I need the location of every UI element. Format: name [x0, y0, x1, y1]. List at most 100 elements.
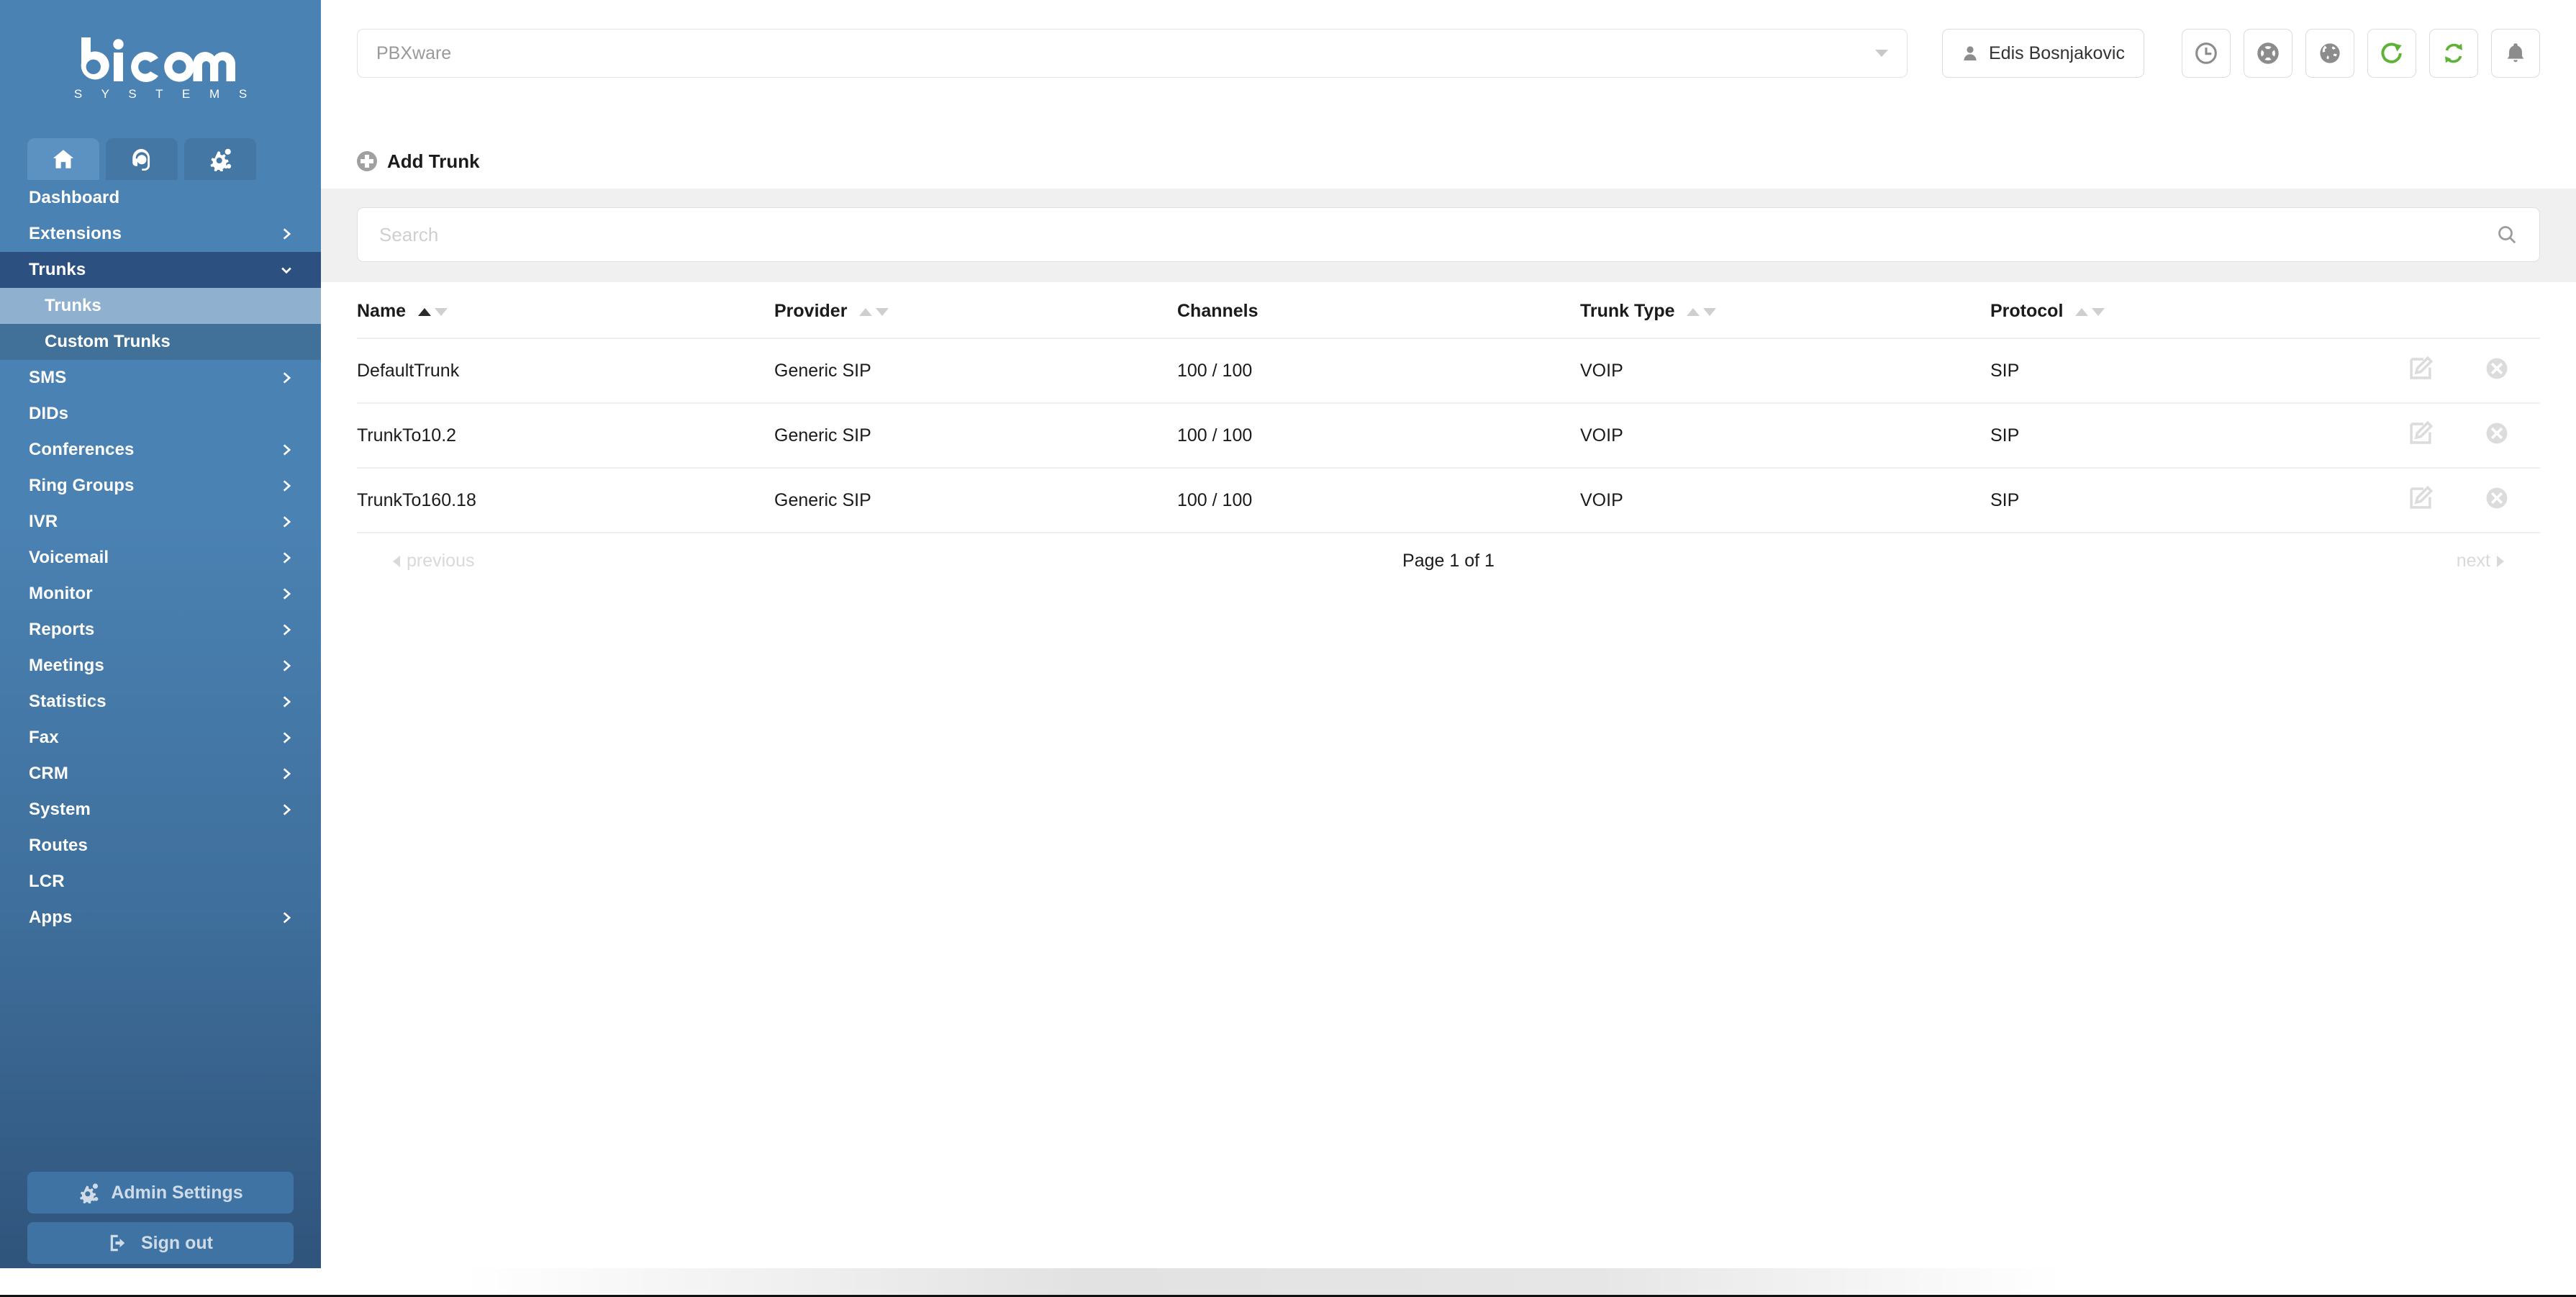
edit-button[interactable]: [2408, 485, 2434, 516]
chevron-right-icon: [279, 551, 294, 565]
table-row[interactable]: DefaultTrunk Generic SIP 100 / 100 VOIP …: [357, 338, 2540, 404]
sort-controls[interactable]: [859, 307, 889, 316]
search-field[interactable]: Search: [357, 207, 2540, 262]
sidebar-tab-support[interactable]: [106, 138, 178, 180]
topbar-icon-buttons: [2181, 29, 2540, 78]
column-header-name[interactable]: Name: [357, 282, 774, 339]
sign-out-button[interactable]: Sign out: [27, 1222, 294, 1264]
sidebar-item-statistics[interactable]: Statistics: [0, 684, 321, 720]
reload-icon: [2381, 42, 2402, 63]
sort-desc-icon[interactable]: [2092, 307, 2105, 316]
headset-icon: [132, 148, 150, 171]
server-select[interactable]: PBXware: [357, 29, 1908, 78]
sidebar-item-fax[interactable]: Fax: [0, 720, 321, 756]
sidebar-item-monitor[interactable]: Monitor: [0, 576, 321, 612]
sidebar-item-apps[interactable]: Apps: [0, 900, 321, 936]
gears-icon: [80, 1183, 99, 1203]
previous-label: previous: [407, 551, 475, 571]
user-menu-button[interactable]: Edis Bosnjakovic: [1942, 29, 2144, 78]
sidebar-subitem-label: Custom Trunks: [45, 332, 171, 351]
sidebar-item-dashboard[interactable]: Dashboard: [0, 180, 321, 216]
sync-icon: [2445, 43, 2462, 63]
sidebar-item-meetings[interactable]: Meetings: [0, 648, 321, 684]
add-trunk-label: Add Trunk: [387, 150, 480, 172]
sidebar-item-label: CRM: [29, 764, 68, 783]
brand-subtitle: S Y S T E M S: [73, 86, 255, 101]
sync-button[interactable]: [2428, 29, 2478, 78]
sidebar-tab-home[interactable]: [27, 138, 99, 180]
sort-asc-icon[interactable]: [2075, 307, 2089, 316]
chevron-right-icon: [279, 515, 294, 529]
sort-controls[interactable]: [1687, 307, 1717, 316]
search-icon[interactable]: [2496, 224, 2518, 245]
sidebar-item-trunks[interactable]: Trunks: [0, 252, 321, 288]
sort-desc-icon[interactable]: [876, 307, 889, 316]
admin-settings-button[interactable]: Admin Settings: [27, 1172, 294, 1214]
app-root: S Y S T E M S Dashboard Extensions Trunk…: [0, 0, 2576, 1297]
sidebar-icon-tabs: [0, 134, 321, 180]
sort-desc-icon[interactable]: [435, 307, 448, 316]
page-indicator: Page 1 of 1: [1402, 551, 1495, 571]
sidebar-item-system[interactable]: System: [0, 792, 321, 828]
sidebar-item-ring-groups[interactable]: Ring Groups: [0, 468, 321, 504]
chevron-down-icon: [1875, 50, 1888, 57]
brand-logo[interactable]: S Y S T E M S: [0, 0, 321, 134]
user-name: Edis Bosnjakovic: [1989, 42, 2125, 63]
add-trunk-button[interactable]: Add Trunk: [357, 150, 480, 173]
sidebar-item-crm[interactable]: CRM: [0, 756, 321, 792]
edit-button[interactable]: [2408, 356, 2434, 387]
delete-button[interactable]: [2484, 420, 2510, 451]
delete-button[interactable]: [2484, 356, 2510, 387]
bell-icon: [2507, 43, 2524, 63]
sidebar-item-label: Voicemail: [29, 548, 109, 567]
column-label: Trunk Type: [1580, 301, 1675, 321]
sidebar-item-ivr[interactable]: IVR: [0, 504, 321, 540]
cell-channels: 100 / 100: [1177, 338, 1580, 404]
action-bar: Add Trunk: [321, 134, 2576, 189]
sidebar-item-routes[interactable]: Routes: [0, 828, 321, 864]
sidebar-item-label: Extensions: [29, 224, 122, 243]
table-row[interactable]: TrunkTo10.2 Generic SIP 100 / 100 VOIP S…: [357, 403, 2540, 469]
sidebar-item-custom-trunks[interactable]: Custom Trunks: [0, 324, 321, 360]
chevron-right-icon: [2497, 555, 2504, 567]
sort-desc-icon[interactable]: [1703, 307, 1717, 316]
sidebar-item-dids[interactable]: DIDs: [0, 396, 321, 432]
sort-controls[interactable]: [418, 307, 448, 316]
column-header-trunk-type[interactable]: Trunk Type: [1580, 282, 1990, 339]
search-band: Search: [321, 189, 2576, 282]
sidebar-item-lcr[interactable]: LCR: [0, 864, 321, 900]
table-row[interactable]: TrunkTo160.18 Generic SIP 100 / 100 VOIP…: [357, 468, 2540, 533]
sort-asc-icon[interactable]: [1687, 307, 1700, 316]
edit-button[interactable]: [2408, 420, 2434, 451]
sidebar-item-trunks-sub[interactable]: Trunks: [0, 288, 321, 324]
delete-icon: [2486, 487, 2508, 509]
column-header-protocol[interactable]: Protocol: [1990, 282, 2393, 339]
reload-button[interactable]: [2367, 29, 2416, 78]
support-button[interactable]: [2243, 29, 2292, 78]
sort-asc-icon[interactable]: [859, 307, 873, 316]
sidebar-item-label: IVR: [29, 512, 58, 531]
sidebar-item-extensions[interactable]: Extensions: [0, 216, 321, 252]
clock-button[interactable]: [2181, 29, 2231, 78]
sidebar-item-label: Monitor: [29, 584, 93, 603]
notifications-button[interactable]: [2490, 29, 2540, 78]
delete-icon: [2486, 422, 2508, 444]
previous-page-button[interactable]: previous: [393, 551, 475, 571]
delete-button[interactable]: [2484, 485, 2510, 516]
sign-out-label: Sign out: [141, 1232, 213, 1253]
column-label: Name: [357, 301, 407, 321]
sort-asc-icon[interactable]: [418, 307, 432, 316]
sidebar-tab-settings[interactable]: [184, 138, 256, 180]
horizontal-scrollbar[interactable]: [0, 1268, 2576, 1297]
next-page-button[interactable]: next: [2457, 551, 2504, 571]
column-header-provider[interactable]: Provider: [774, 282, 1177, 339]
globe-button[interactable]: [2305, 29, 2354, 78]
sidebar-item-sms[interactable]: SMS: [0, 360, 321, 396]
sidebar-item-voicemail[interactable]: Voicemail: [0, 540, 321, 576]
cell-protocol: SIP: [1990, 403, 2393, 469]
sidebar-item-label: Dashboard: [29, 188, 120, 207]
sidebar-item-conferences[interactable]: Conferences: [0, 432, 321, 468]
sidebar-item-reports[interactable]: Reports: [0, 612, 321, 648]
chevron-left-icon: [393, 555, 400, 567]
sort-controls[interactable]: [2075, 307, 2105, 316]
